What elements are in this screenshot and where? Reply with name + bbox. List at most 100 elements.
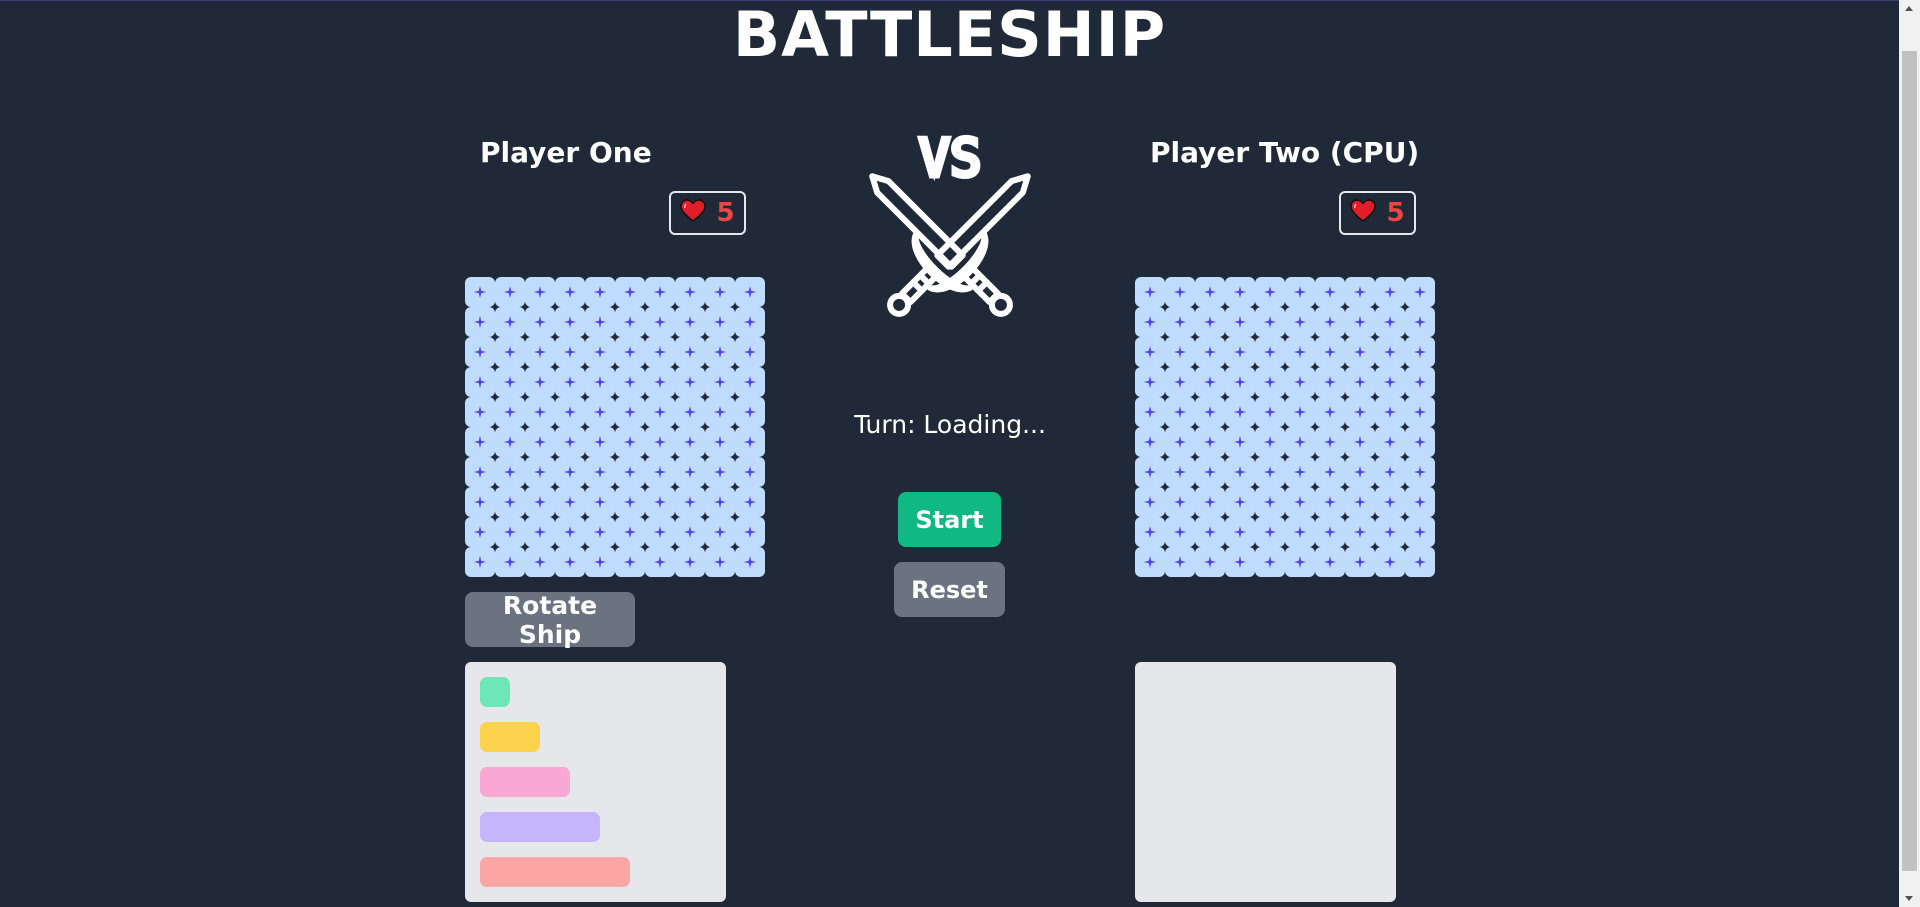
board-cell[interactable]	[1345, 517, 1375, 547]
board-cell[interactable]	[1165, 337, 1195, 367]
board-cell[interactable]	[465, 427, 495, 457]
board-cell[interactable]	[645, 487, 675, 517]
board-cell[interactable]	[675, 487, 705, 517]
board-cell[interactable]	[1225, 487, 1255, 517]
board-cell[interactable]	[1405, 397, 1435, 427]
board-cell[interactable]	[465, 277, 495, 307]
board-cell[interactable]	[465, 337, 495, 367]
board-cell[interactable]	[705, 367, 735, 397]
board-cell[interactable]	[465, 397, 495, 427]
board-cell[interactable]	[615, 547, 645, 577]
ship-size-5[interactable]	[480, 857, 630, 887]
board-cell[interactable]	[1195, 517, 1225, 547]
board-cell[interactable]	[1345, 487, 1375, 517]
board-cell[interactable]	[555, 487, 585, 517]
board-cell[interactable]	[645, 367, 675, 397]
board-cell[interactable]	[705, 397, 735, 427]
board-cell[interactable]	[645, 397, 675, 427]
board-cell[interactable]	[1225, 367, 1255, 397]
board-cell[interactable]	[1405, 337, 1435, 367]
board-cell[interactable]	[1315, 547, 1345, 577]
board-cell[interactable]	[705, 427, 735, 457]
board-cell[interactable]	[735, 277, 765, 307]
ship-size-4[interactable]	[480, 812, 600, 842]
board-cell[interactable]	[645, 277, 675, 307]
board-cell[interactable]	[525, 337, 555, 367]
board-cell[interactable]	[1165, 457, 1195, 487]
board-cell[interactable]	[555, 277, 585, 307]
board-cell[interactable]	[615, 397, 645, 427]
board-cell[interactable]	[525, 517, 555, 547]
board-cell[interactable]	[1225, 307, 1255, 337]
board-cell[interactable]	[645, 337, 675, 367]
board-cell[interactable]	[1405, 517, 1435, 547]
board-cell[interactable]	[615, 427, 645, 457]
board-cell[interactable]	[735, 337, 765, 367]
board-cell[interactable]	[1375, 487, 1405, 517]
board-cell[interactable]	[465, 517, 495, 547]
board-cell[interactable]	[555, 367, 585, 397]
board-cell[interactable]	[1285, 397, 1315, 427]
board-cell[interactable]	[615, 487, 645, 517]
board-cell[interactable]	[495, 277, 525, 307]
board-cell[interactable]	[585, 457, 615, 487]
board-cell[interactable]	[645, 517, 675, 547]
board-cell[interactable]	[1165, 277, 1195, 307]
board-cell[interactable]	[1165, 307, 1195, 337]
board-cell[interactable]	[1285, 487, 1315, 517]
board-cell[interactable]	[1195, 277, 1225, 307]
board-cell[interactable]	[525, 487, 555, 517]
board-cell[interactable]	[1135, 277, 1165, 307]
board-cell[interactable]	[675, 457, 705, 487]
board-cell[interactable]	[1285, 517, 1315, 547]
board-cell[interactable]	[1255, 277, 1285, 307]
board-cell[interactable]	[1195, 337, 1225, 367]
board-cell[interactable]	[1135, 337, 1165, 367]
board-cell[interactable]	[1255, 457, 1285, 487]
board-cell[interactable]	[675, 397, 705, 427]
board-cell[interactable]	[735, 427, 765, 457]
board-cell[interactable]	[1255, 307, 1285, 337]
board-cell[interactable]	[1165, 487, 1195, 517]
board-cell[interactable]	[1285, 307, 1315, 337]
reset-button[interactable]: Reset	[894, 562, 1005, 617]
board-cell[interactable]	[645, 307, 675, 337]
board-cell[interactable]	[465, 367, 495, 397]
ship-size-3[interactable]	[480, 767, 570, 797]
board-cell[interactable]	[465, 457, 495, 487]
board-cell[interactable]	[1195, 457, 1225, 487]
board-cell[interactable]	[495, 337, 525, 367]
scroll-up-icon[interactable]	[1905, 6, 1913, 11]
board-cell[interactable]	[495, 517, 525, 547]
board-cell[interactable]	[1165, 517, 1195, 547]
scrollbar-thumb[interactable]	[1902, 51, 1917, 871]
board-cell[interactable]	[1315, 457, 1345, 487]
board-cell[interactable]	[585, 487, 615, 517]
board-cell[interactable]	[585, 547, 615, 577]
board-cell[interactable]	[1195, 487, 1225, 517]
rotate-ship-button[interactable]: Rotate Ship	[465, 591, 635, 649]
board-cell[interactable]	[705, 517, 735, 547]
board-cell[interactable]	[735, 367, 765, 397]
page-scrollbar[interactable]	[1899, 0, 1920, 907]
board-cell[interactable]	[555, 307, 585, 337]
board-cell[interactable]	[495, 427, 525, 457]
board-cell[interactable]	[1345, 547, 1375, 577]
board-cell[interactable]	[675, 337, 705, 367]
board-cell[interactable]	[1255, 517, 1285, 547]
board-cell[interactable]	[1165, 367, 1195, 397]
board-cell[interactable]	[705, 307, 735, 337]
board-cell[interactable]	[735, 517, 765, 547]
board-cell[interactable]	[1315, 397, 1345, 427]
board-cell[interactable]	[1225, 337, 1255, 367]
board-cell[interactable]	[585, 367, 615, 397]
board-cell[interactable]	[1405, 487, 1435, 517]
board-cell[interactable]	[1255, 367, 1285, 397]
board-cell[interactable]	[1225, 547, 1255, 577]
board-cell[interactable]	[1225, 457, 1255, 487]
board-cell[interactable]	[495, 487, 525, 517]
board-cell[interactable]	[525, 427, 555, 457]
board-cell[interactable]	[735, 487, 765, 517]
board-cell[interactable]	[525, 277, 555, 307]
board-cell[interactable]	[705, 487, 735, 517]
